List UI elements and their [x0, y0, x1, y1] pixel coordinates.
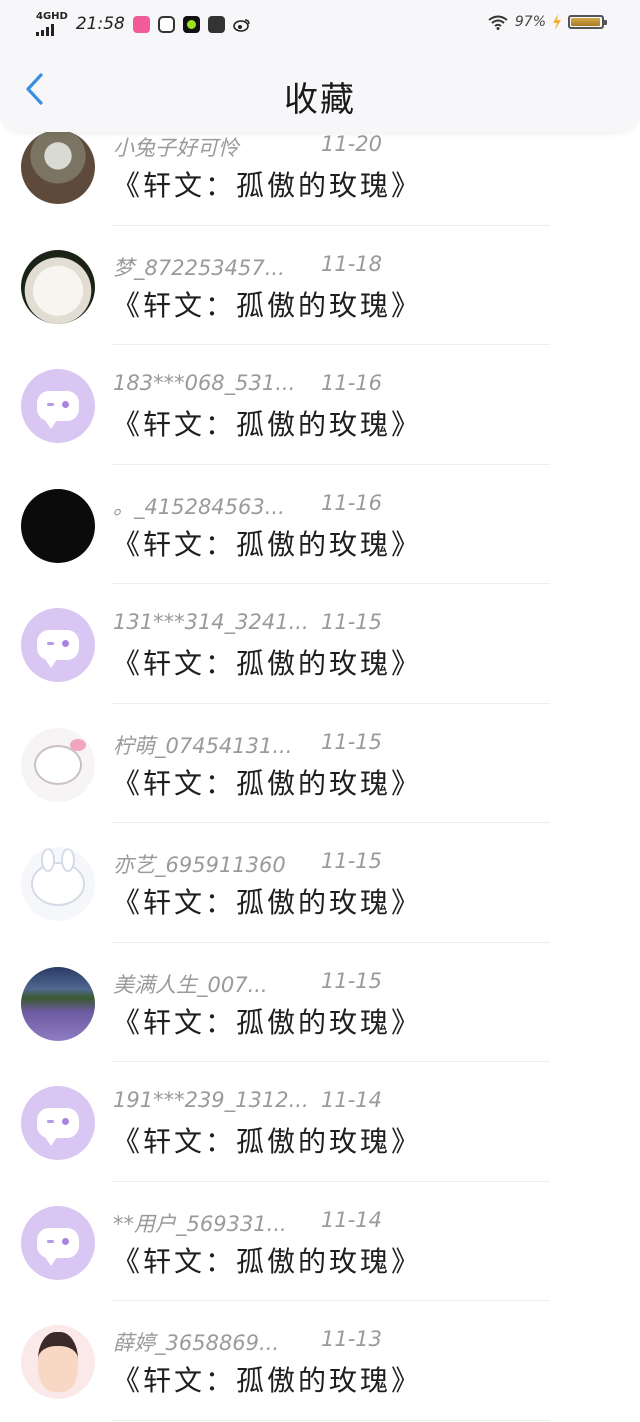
- app-green-icon: [182, 15, 200, 33]
- avatar[interactable]: [21, 1205, 95, 1280]
- page-title: 收藏: [284, 80, 356, 120]
- clock: 21:58: [75, 14, 125, 34]
- username[interactable]: 柠萌_07454131...: [113, 734, 292, 758]
- article-title[interactable]: 《轩文：孤傲的玫瑰》: [112, 1240, 422, 1280]
- chat-bubble-icon: [37, 1227, 79, 1266]
- date: 11-15: [321, 610, 383, 634]
- screen: 4GHD 21:58 97% 收藏 小兔子好可怜 11-20 《轩文：孤傲的玫瑰…: [0, 0, 640, 1422]
- avatar[interactable]: [21, 727, 95, 802]
- avatar[interactable]: [21, 369, 95, 443]
- avatar[interactable]: [21, 1086, 95, 1160]
- username[interactable]: 131***314_3241...: [113, 610, 309, 634]
- list-item[interactable]: 183***068_531... 11-16 《轩文：孤傲的玫瑰》: [0, 345, 640, 465]
- username[interactable]: 183***068_531...: [113, 371, 295, 395]
- avatar[interactable]: [21, 966, 95, 1041]
- charging-icon: [552, 14, 562, 30]
- list-item[interactable]: 柠萌_07454131... 11-15 《轩文：孤傲的玫瑰》: [0, 704, 640, 824]
- item-meta: 131***314_3241... 11-15: [113, 610, 382, 634]
- username[interactable]: 梦_872253457...: [113, 256, 285, 280]
- article-title[interactable]: 《轩文：孤傲的玫瑰》: [112, 762, 422, 802]
- favorites-list: 小兔子好可怜 11-20 《轩文：孤傲的玫瑰》 梦_872253457... 11-18…: [0, 106, 640, 1421]
- date: 11-14: [321, 1207, 383, 1232]
- item-meta: 薛婷_3658869... 11-13: [113, 1327, 382, 1357]
- article-title[interactable]: 《轩文：孤傲的玫瑰》: [112, 1359, 422, 1399]
- wifi-icon: [487, 14, 509, 30]
- avatar[interactable]: [21, 249, 95, 324]
- avatar[interactable]: [21, 488, 95, 563]
- item-meta: 亦艺_695911360 11-15: [113, 849, 382, 879]
- username[interactable]: 薛婷_3658869...: [113, 1331, 279, 1355]
- bunny-face-icon: [31, 848, 85, 906]
- username[interactable]: 亦艺_695911360: [113, 853, 286, 877]
- article-title[interactable]: 《轩文：孤傲的玫瑰》: [112, 1001, 422, 1041]
- chat-bubble-icon: [37, 1108, 79, 1146]
- battery-percent: 97%: [514, 14, 546, 30]
- list-item[interactable]: 131***314_3241... 11-15 《轩文：孤傲的玫瑰》: [0, 584, 640, 704]
- date: 11-15: [321, 849, 383, 873]
- avatar[interactable]: [21, 608, 95, 682]
- avatar[interactable]: [21, 847, 95, 921]
- date: 11-18: [321, 251, 383, 276]
- status-bar: 4GHD 21:58 97%: [0, 0, 640, 50]
- username[interactable]: 191***239_1312...: [113, 1088, 309, 1112]
- item-meta: 柠萌_07454131... 11-15: [113, 730, 382, 760]
- username[interactable]: 美满人生_007...: [113, 973, 268, 997]
- username[interactable]: **用户_569331...: [113, 1212, 287, 1236]
- list-item[interactable]: 梦_872253457... 11-18 《轩文：孤傲的玫瑰》: [0, 226, 640, 346]
- date: 11-16: [321, 490, 383, 515]
- battery-icon: [568, 15, 607, 29]
- list-item[interactable]: **用户_569331... 11-14 《轩文：孤傲的玫瑰》: [0, 1182, 640, 1302]
- signal-bars-icon: [36, 24, 54, 36]
- chat-bubble-icon: [37, 630, 79, 668]
- date: 11-16: [321, 371, 383, 395]
- app-header: 收藏: [0, 50, 640, 132]
- item-meta: **用户_569331... 11-14: [113, 1208, 382, 1238]
- qq-browser-icon: [157, 15, 175, 33]
- item-meta: 。_415284563... 11-16: [113, 491, 382, 521]
- signal-indicator: 4GHD: [36, 12, 68, 36]
- date: 11-15: [321, 729, 383, 754]
- item-meta: 191***239_1312... 11-14: [113, 1088, 382, 1112]
- app-notification-icon: [132, 15, 150, 33]
- item-meta: 梦_872253457... 11-18: [113, 252, 382, 282]
- avatar[interactable]: [21, 1325, 95, 1399]
- article-title[interactable]: 《轩文：孤傲的玫瑰》: [112, 642, 422, 682]
- article-title[interactable]: 《轩文：孤傲的玫瑰》: [112, 523, 422, 563]
- battery-fill: [571, 18, 601, 26]
- date: 11-14: [321, 1088, 383, 1112]
- list-item[interactable]: 薛婷_3658869... 11-13 《轩文：孤傲的玫瑰》: [0, 1301, 640, 1421]
- date: 11-20: [321, 132, 383, 156]
- app-grey-icon: [207, 15, 225, 33]
- article-title[interactable]: 《轩文：孤傲的玫瑰》: [112, 1120, 422, 1160]
- chat-bubble-icon: [37, 391, 79, 429]
- list-item[interactable]: 191***239_1312... 11-14 《轩文：孤傲的玫瑰》: [0, 1062, 640, 1182]
- article-title[interactable]: 《轩文：孤傲的玫瑰》: [112, 284, 422, 324]
- article-title[interactable]: 《轩文：孤傲的玫瑰》: [112, 164, 422, 204]
- list-item[interactable]: 亦艺_695911360 11-15 《轩文：孤傲的玫瑰》: [0, 823, 640, 943]
- cartoon-girl-icon: [38, 1332, 78, 1392]
- kitty-face-icon: [34, 738, 86, 785]
- username[interactable]: 小兔子好可怜: [113, 136, 239, 160]
- item-meta: 小兔子好可怜 11-20: [113, 132, 382, 162]
- status-left: 4GHD 21:58: [36, 12, 251, 36]
- item-meta: 183***068_531... 11-16: [113, 371, 382, 395]
- article-title[interactable]: 《轩文：孤傲的玫瑰》: [112, 881, 422, 921]
- date: 11-13: [321, 1327, 383, 1351]
- date: 11-15: [321, 968, 383, 993]
- article-title[interactable]: 《轩文：孤傲的玫瑰》: [112, 403, 422, 443]
- network-label: 4GHD: [36, 11, 68, 22]
- list-item[interactable]: 美满人生_007... 11-15 《轩文：孤傲的玫瑰》: [0, 943, 640, 1063]
- item-meta: 美满人生_007... 11-15: [113, 969, 382, 999]
- list-item[interactable]: 。_415284563... 11-16 《轩文：孤傲的玫瑰》: [0, 465, 640, 585]
- avatar[interactable]: [21, 130, 95, 204]
- weibo-icon: [233, 17, 251, 32]
- username[interactable]: 。_415284563...: [113, 495, 285, 519]
- status-right: 97%: [487, 14, 607, 30]
